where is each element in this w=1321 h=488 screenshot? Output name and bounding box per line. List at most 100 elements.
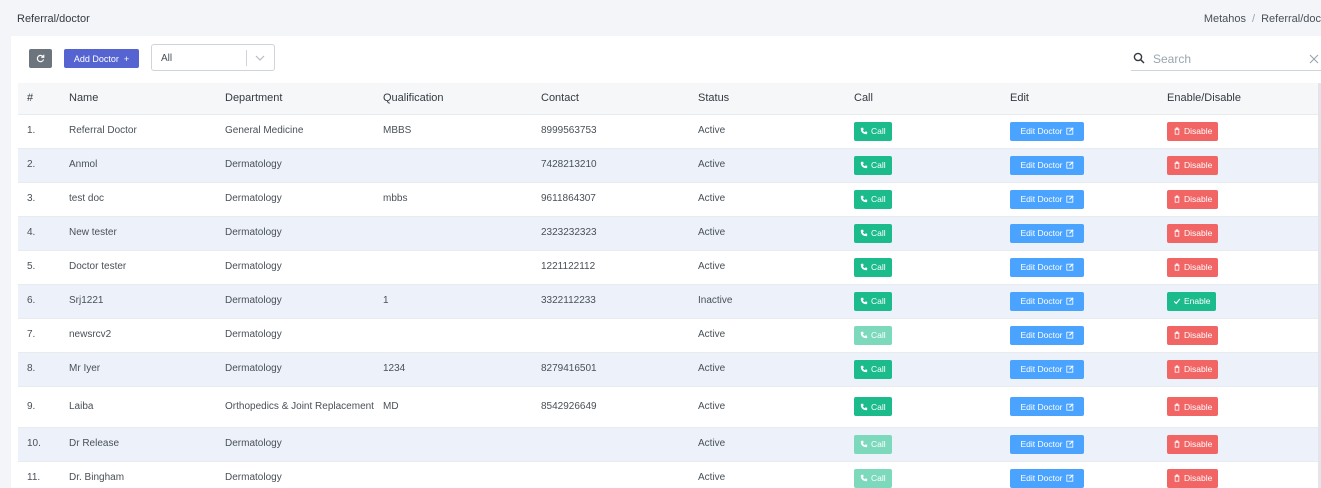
disable-label: Disable (1184, 194, 1213, 204)
cell-department: Dermatology (225, 329, 282, 340)
cell-edit: Edit Doctor (1001, 284, 1158, 318)
edit-doctor-button[interactable]: Edit Doctor (1010, 359, 1084, 379)
enable-label: Enable (1184, 296, 1211, 306)
edit-label: Edit Doctor (1020, 126, 1063, 136)
cell-name: Srj1221 (69, 295, 104, 306)
status-filter-value: All (161, 53, 173, 64)
cell-name: Mr Iyer (69, 363, 101, 374)
doctors-table: # Name Department Qualification Contact … (18, 83, 1318, 488)
disable-button[interactable]: Disable (1167, 359, 1219, 379)
cell-contact: 3322112233 (541, 295, 596, 306)
call-button[interactable]: Call (854, 291, 892, 311)
cell-call: Call (845, 250, 1001, 284)
status-filter-select[interactable]: All (151, 44, 275, 71)
edit-doctor-button[interactable]: Edit Doctor (1010, 155, 1084, 175)
col-header-department[interactable]: Department (216, 83, 374, 114)
cell-status: Active (698, 400, 726, 412)
col-header-qualification[interactable]: Qualification (374, 83, 532, 114)
refresh-button[interactable] (29, 49, 52, 68)
cell-number: 10. (27, 438, 41, 449)
cell-name: test doc (69, 193, 105, 204)
phone-icon (860, 440, 868, 448)
clear-search-icon[interactable] (1309, 54, 1319, 64)
call-button[interactable]: Call (854, 257, 892, 277)
col-header-name[interactable]: Name (60, 83, 216, 114)
table-row: 11. Dr. Bingham Dermatology Active Call Edit … (18, 461, 1318, 488)
cell-enable-disable: Disable (1158, 182, 1318, 216)
col-header-contact[interactable]: Contact (532, 83, 689, 114)
call-label: Call (871, 364, 886, 374)
table-row: 5. Doctor tester Dermatology 1221122112 Acti… (18, 250, 1318, 284)
disable-label: Disable (1184, 401, 1213, 412)
toolbar: Add Doctor + All (11, 36, 1321, 82)
cell-qualification: 1234 (383, 363, 406, 374)
cell-name: Doctor tester (69, 261, 127, 272)
edit-doctor-button[interactable]: Edit Doctor (1010, 434, 1084, 454)
phone-icon (860, 263, 868, 271)
phone-icon (860, 161, 868, 169)
doctors-card: Add Doctor + All # Name Department Quali… (11, 36, 1321, 488)
edit-doctor-button[interactable]: Edit Doctor (1010, 397, 1084, 416)
cell-department: Dermatology (225, 363, 282, 374)
call-button[interactable]: Call (854, 397, 892, 416)
cell-call: Call (845, 182, 1001, 216)
trash-icon (1174, 229, 1180, 237)
disable-button[interactable]: Disable (1167, 397, 1219, 416)
cell-enable-disable: Disable (1158, 216, 1318, 250)
trash-icon (1174, 161, 1180, 169)
check-icon (1173, 298, 1181, 305)
disable-label: Disable (1184, 126, 1213, 136)
breadcrumb-home[interactable]: Metahos (1204, 13, 1246, 25)
call-button: Call (854, 468, 892, 488)
call-label: Call (871, 473, 886, 484)
enable-button[interactable]: Enable (1167, 291, 1217, 311)
edit-icon (1065, 195, 1074, 203)
disable-label: Disable (1184, 330, 1213, 340)
phone-icon (860, 331, 868, 339)
cell-status: Active (698, 438, 726, 449)
disable-button[interactable]: Disable (1167, 325, 1219, 345)
cell-name: Anmol (69, 159, 98, 170)
cell-department: Dermatology (225, 438, 282, 449)
disable-button[interactable]: Disable (1167, 434, 1219, 454)
edit-doctor-button[interactable]: Edit Doctor (1010, 189, 1084, 209)
cell-contact (532, 461, 689, 488)
cell-call: Call (845, 114, 1001, 148)
col-header-status[interactable]: Status (689, 83, 845, 114)
edit-doctor-button[interactable]: Edit Doctor (1010, 468, 1084, 488)
cell-enable-disable: Disable (1158, 352, 1318, 386)
call-button[interactable]: Call (854, 121, 892, 141)
edit-label: Edit Doctor (1020, 401, 1063, 412)
edit-doctor-button[interactable]: Edit Doctor (1010, 291, 1084, 311)
cell-number: 9. (27, 400, 36, 412)
search-input[interactable] (1151, 50, 1305, 68)
cell-qualification: mbbs (383, 193, 408, 204)
edit-label: Edit Doctor (1020, 330, 1063, 340)
call-button[interactable]: Call (854, 189, 892, 209)
call-label: Call (871, 330, 886, 340)
disable-button[interactable]: Disable (1167, 155, 1219, 175)
disable-button[interactable]: Disable (1167, 468, 1219, 488)
cell-edit: Edit Doctor (1001, 427, 1158, 461)
call-button[interactable]: Call (854, 223, 892, 243)
disable-button[interactable]: Disable (1167, 189, 1219, 209)
edit-doctor-button[interactable]: Edit Doctor (1010, 121, 1084, 141)
disable-button[interactable]: Disable (1167, 223, 1219, 243)
chevron-down-icon (255, 55, 265, 61)
table-row: 8. Mr Iyer Dermatology 1234 8279416501 Active… (18, 352, 1318, 386)
disable-button[interactable]: Disable (1167, 121, 1219, 141)
edit-icon (1065, 440, 1074, 448)
cell-qualification: 1 (383, 295, 389, 306)
disable-button[interactable]: Disable (1167, 257, 1219, 277)
cell-department: Dermatology (225, 159, 282, 170)
edit-doctor-button[interactable]: Edit Doctor (1010, 325, 1084, 345)
cell-qualification (374, 148, 532, 182)
edit-doctor-button[interactable]: Edit Doctor (1010, 257, 1084, 277)
add-doctor-button[interactable]: Add Doctor + (64, 49, 139, 68)
cell-call: Call (845, 352, 1001, 386)
call-button[interactable]: Call (854, 359, 892, 379)
cell-enable-disable: Disable (1158, 148, 1318, 182)
edit-doctor-button[interactable]: Edit Doctor (1010, 223, 1084, 243)
call-button[interactable]: Call (854, 155, 892, 175)
cell-status: Inactive (698, 295, 733, 306)
